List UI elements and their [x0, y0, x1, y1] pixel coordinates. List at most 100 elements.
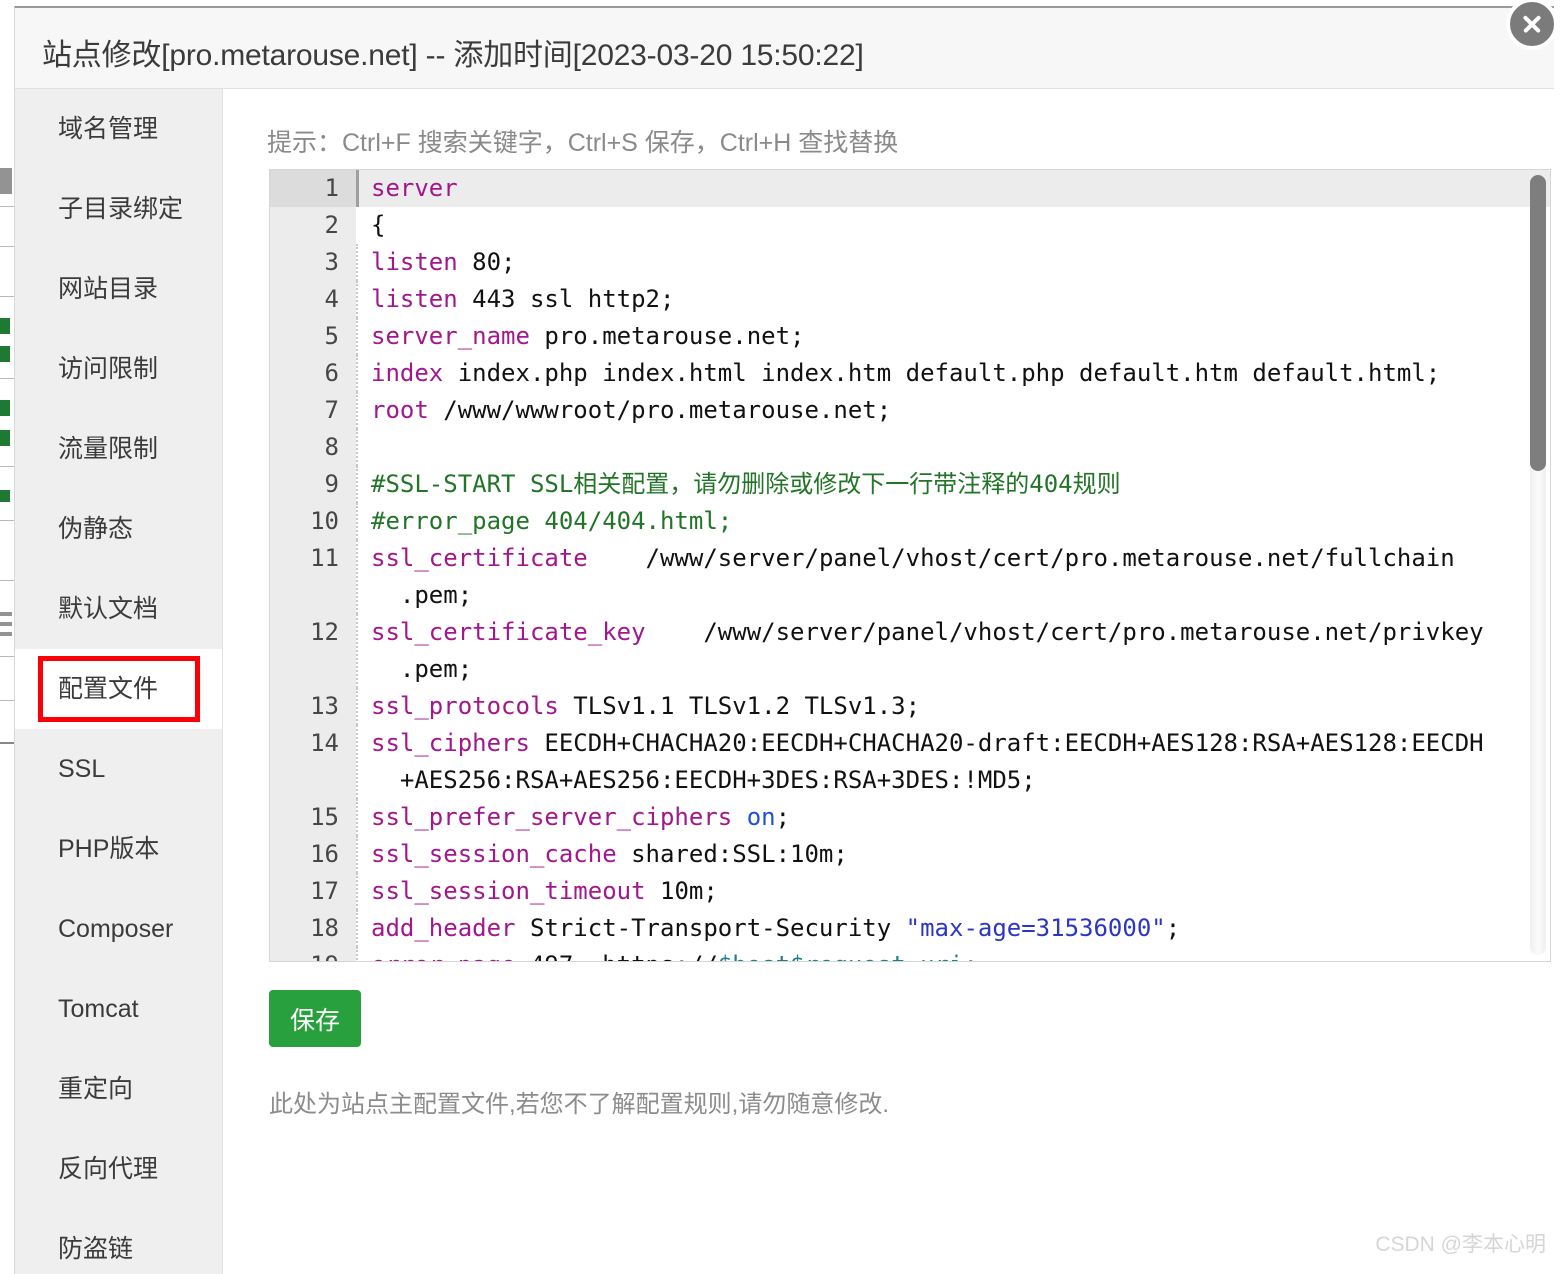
code-line[interactable]: 15ssl_prefer_server_ciphers on; [270, 799, 1551, 836]
code-line[interactable]: 11ssl_certificate /www/server/panel/vhos… [270, 540, 1551, 614]
config-code-editor[interactable]: 1server2{3listen 80;4listen 443 ssl http… [269, 169, 1551, 962]
code-token: EECDH+CHACHA20:EECDH+CHACHA20-draft:EECD… [530, 729, 1484, 757]
code-line[interactable]: 8 [270, 429, 1551, 466]
line-content[interactable]: listen 80; [356, 244, 1551, 281]
line-content[interactable]: { [356, 207, 1551, 244]
line-content[interactable]: ssl_certificate_key /www/server/panel/vh… [356, 614, 1551, 688]
save-button[interactable]: 保存 [269, 990, 361, 1047]
sidebar-item-php-version[interactable]: PHP版本 [15, 809, 222, 889]
code-line[interactable]: 13ssl_protocols TLSv1.1 TLSv1.2 TLSv1.3; [270, 688, 1551, 725]
line-content[interactable]: listen 443 ssl http2; [356, 281, 1551, 318]
sidebar-item-label: PHP版本 [58, 835, 159, 863]
editor-code-area[interactable]: 1server2{3listen 80;4listen 443 ssl http… [270, 170, 1551, 962]
sidebar-item-tomcat[interactable]: Tomcat [15, 969, 222, 1049]
code-line[interactable]: 10#error_page 404/404.html; [270, 503, 1551, 540]
sidebar-item-domain-management[interactable]: 域名管理 [15, 89, 222, 169]
sidebar-item-composer[interactable]: Composer [15, 889, 222, 969]
code-line[interactable]: 1server [270, 170, 1551, 207]
line-number: 9 [270, 466, 356, 503]
line-content[interactable]: ssl_protocols TLSv1.1 TLSv1.2 TLSv1.3; [356, 688, 1551, 725]
code-line[interactable]: 17ssl_session_timeout 10m; [270, 873, 1551, 910]
code-line[interactable]: 6index index.php index.html index.htm de… [270, 355, 1551, 392]
line-content[interactable]: ssl_prefer_server_ciphers on; [356, 799, 1551, 836]
sidebar-item-access-restriction[interactable]: 访问限制 [15, 329, 222, 409]
sidebar-item-site-directory[interactable]: 网站目录 [15, 249, 222, 329]
code-token: listen [371, 248, 458, 276]
code-wrapped-continuation: +AES256:RSA+AES256:EECDH+3DES:RSA+3DES:!… [371, 762, 1551, 799]
line-number: 3 [270, 244, 356, 281]
sidebar-item-ssl[interactable]: SSL [15, 729, 222, 809]
line-content[interactable]: add_header Strict-Transport-Security "ma… [356, 910, 1551, 947]
code-token: $host$request_uri [718, 951, 964, 962]
sidebar-item-traffic-limit[interactable]: 流量限制 [15, 409, 222, 489]
line-number: 5 [270, 318, 356, 355]
code-token: /www/wwwroot/pro.metarouse.net; [429, 396, 891, 424]
line-content[interactable]: #error_page 404/404.html; [356, 503, 1551, 540]
sidebar-item-label: 网站目录 [58, 275, 158, 303]
code-token: ssl_certificate [371, 544, 588, 572]
sidebar-item-reverse-proxy[interactable]: 反向代理 [15, 1129, 222, 1209]
code-line[interactable]: 9#SSL-START SSL相关配置，请勿删除或修改下一行带注释的404规则 [270, 466, 1551, 503]
sidebar-item-anti-leech[interactable]: 防盗链 [15, 1209, 222, 1274]
code-token: #error_page 404/404.html; [371, 507, 732, 535]
line-content[interactable]: ssl_ciphers EECDH+CHACHA20:EECDH+CHACHA2… [356, 725, 1551, 799]
line-content[interactable]: ssl_session_timeout 10m; [356, 873, 1551, 910]
line-number: 19 [270, 947, 356, 962]
code-token: 497 https:// [516, 951, 718, 962]
line-number: 18 [270, 910, 356, 947]
line-number: 7 [270, 392, 356, 429]
code-wrapped-continuation: .pem; [371, 577, 1551, 614]
line-content[interactable]: server_name pro.metarouse.net; [356, 318, 1551, 355]
code-line[interactable]: 3listen 80; [270, 244, 1551, 281]
code-token: 443 ssl http2; [458, 285, 675, 313]
code-token: +AES256:RSA+AES256:EECDH+3DES:RSA+3DES:!… [371, 766, 1036, 794]
editor-vertical-scrollbar[interactable] [1530, 175, 1546, 955]
sidebar-item-default-document[interactable]: 默认文档 [15, 569, 222, 649]
sidebar-item-redirect[interactable]: 重定向 [15, 1049, 222, 1129]
line-content[interactable]: server [356, 170, 1551, 207]
background-page-strip [0, 0, 14, 1274]
code-token: index.php index.html index.htm default.p… [443, 359, 1440, 387]
code-line[interactable]: 4listen 443 ssl http2; [270, 281, 1551, 318]
line-number: 6 [270, 355, 356, 392]
line-number: 17 [270, 873, 356, 910]
line-number: 15 [270, 799, 356, 836]
line-content[interactable]: ssl_session_cache shared:SSL:10m; [356, 836, 1551, 873]
code-token: "max-age=31536000" [906, 914, 1166, 942]
sidebar-item-subdirectory-binding[interactable]: 子目录绑定 [15, 169, 222, 249]
code-line[interactable]: 2{ [270, 207, 1551, 244]
code-line[interactable]: 5server_name pro.metarouse.net; [270, 318, 1551, 355]
code-line[interactable]: 7root /www/wwwroot/pro.metarouse.net; [270, 392, 1551, 429]
code-token: /www/server/panel/vhost/cert/pro.metarou… [588, 544, 1455, 572]
code-line[interactable]: 18add_header Strict-Transport-Security "… [270, 910, 1551, 947]
code-line[interactable]: 14ssl_ciphers EECDH+CHACHA20:EECDH+CHACH… [270, 725, 1551, 799]
site-edit-modal: 站点修改[pro.metarouse.net] -- 添加时间[2023-03-… [14, 6, 1554, 1274]
sidebar-item-config-file[interactable]: 配置文件 [15, 649, 222, 729]
line-content[interactable]: ssl_certificate /www/server/panel/vhost/… [356, 540, 1551, 614]
sidebar-item-label: 配置文件 [58, 675, 158, 703]
sidebar: 域名管理 子目录绑定 网站目录 访问限制 流量限制 伪静态 默认 [15, 89, 223, 1274]
sidebar-item-label: 伪静态 [58, 515, 133, 543]
page-title: 站点修改[pro.metarouse.net] -- 添加时间[2023-03-… [42, 30, 864, 74]
code-line[interactable]: 19error_page 497 https://$host$request_u… [270, 947, 1551, 962]
line-number: 8 [270, 429, 356, 466]
sidebar-item-label: Tomcat [58, 995, 139, 1023]
line-content[interactable] [356, 429, 1551, 466]
code-token: ; [963, 951, 977, 962]
code-token: ssl_ciphers [371, 729, 530, 757]
line-content[interactable]: index index.php index.html index.htm def… [356, 355, 1551, 392]
code-line[interactable]: 16ssl_session_cache shared:SSL:10m; [270, 836, 1551, 873]
code-token: ssl_prefer_server_ciphers [371, 803, 732, 831]
code-token: Strict-Transport-Security [516, 914, 906, 942]
sidebar-item-label: 流量限制 [58, 435, 158, 463]
code-line[interactable]: 12ssl_certificate_key /www/server/panel/… [270, 614, 1551, 688]
line-content[interactable]: error_page 497 https://$host$request_uri… [356, 947, 1551, 962]
scrollbar-thumb[interactable] [1530, 175, 1546, 471]
line-content[interactable]: root /www/wwwroot/pro.metarouse.net; [356, 392, 1551, 429]
watermark: CSDN @李本心明 [1375, 1228, 1546, 1258]
sidebar-item-pseudo-static[interactable]: 伪静态 [15, 489, 222, 569]
line-content[interactable]: #SSL-START SSL相关配置，请勿删除或修改下一行带注释的404规则 [356, 466, 1551, 503]
close-icon[interactable] [1506, 0, 1558, 50]
code-token: 80; [458, 248, 516, 276]
code-token: root [371, 396, 429, 424]
